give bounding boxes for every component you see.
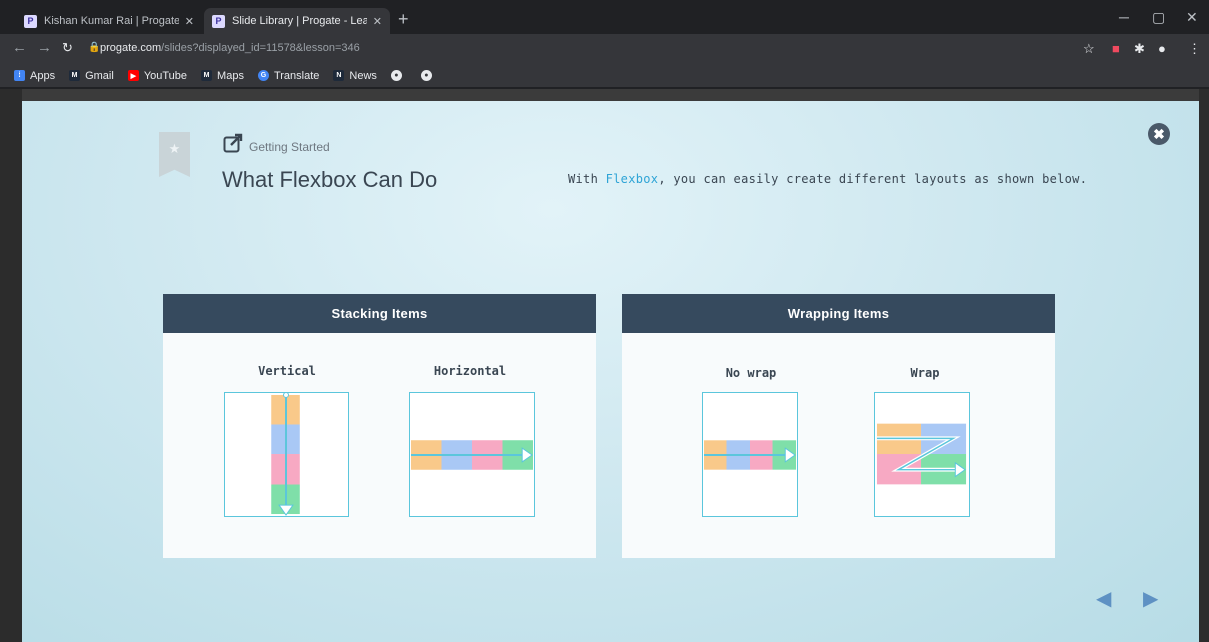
menu-icon[interactable]: ⋮ bbox=[1188, 41, 1201, 57]
maps-icon: M bbox=[201, 70, 213, 81]
star-icon[interactable]: ☆ bbox=[1083, 41, 1095, 57]
reload-icon[interactable]: ↻ bbox=[62, 40, 73, 56]
lesson-breadcrumb: Getting Started bbox=[249, 140, 330, 154]
bookmark-globe-2[interactable]: ● bbox=[420, 70, 437, 81]
youtube-icon: ▶ bbox=[127, 70, 139, 81]
no-wrap-diagram bbox=[702, 392, 798, 517]
horizontal-label: Horizontal bbox=[433, 364, 507, 378]
stacking-items-header: Stacking Items bbox=[163, 294, 596, 333]
browser-toolbar: ← → ↻ 🔒 progate.com/slides?displayed_id=… bbox=[0, 34, 1209, 64]
bookmark-news[interactable]: N News bbox=[333, 70, 377, 82]
profile-avatar-icon[interactable]: ● bbox=[1158, 41, 1166, 56]
gmail-icon: M bbox=[69, 70, 81, 81]
bookmark-label: News bbox=[349, 69, 377, 82]
tab-slide-library[interactable]: P Slide Library | Progate - Learn to ✕ bbox=[204, 8, 390, 34]
stacking-items-card: Stacking Items Vertical Horizontal bbox=[163, 294, 596, 558]
maximize-icon[interactable]: ▢ bbox=[1152, 9, 1165, 26]
wrapping-items-header: Wrapping Items bbox=[622, 294, 1055, 333]
bookmarks-bar: ⁞ Apps M Gmail ▶ YouTube M Maps G Transl… bbox=[0, 64, 1209, 88]
progate-favicon-icon: P bbox=[24, 14, 37, 28]
bookmark-label: Apps bbox=[30, 69, 56, 82]
tab-kishan[interactable]: P Kishan Kumar Rai | Progate - Lea ✕ bbox=[16, 8, 202, 34]
forward-icon[interactable]: → bbox=[37, 39, 52, 56]
google-translate-icon: G bbox=[257, 70, 269, 81]
next-slide-button[interactable]: ▶ bbox=[1143, 586, 1158, 611]
apps-grid-icon: ⁞ bbox=[14, 70, 25, 81]
window-close-icon[interactable]: ✕ bbox=[1186, 9, 1198, 26]
external-link-icon bbox=[223, 133, 243, 153]
previous-slide-button[interactable]: ◀ bbox=[1096, 586, 1111, 611]
tab-strip: P Kishan Kumar Rai | Progate - Lea ✕ P S… bbox=[0, 0, 1209, 34]
page-content: ★ Getting Started What Flexbox Can Do Wi… bbox=[0, 89, 1209, 642]
slide-title: What Flexbox Can Do bbox=[222, 167, 438, 192]
wrap-label: Wrap bbox=[910, 366, 940, 380]
horizontal-stack-diagram bbox=[409, 392, 535, 517]
minimize-icon[interactable]: ─ bbox=[1119, 9, 1129, 25]
intro-highlight: Flexbox bbox=[605, 172, 659, 186]
url-path: /slides?displayed_id=11578&lesson=346 bbox=[161, 42, 360, 54]
slide-intro: With Flexbox, you can easily create diff… bbox=[568, 172, 1087, 186]
intro-text: , you can easily create different layout… bbox=[658, 172, 1088, 186]
close-slide-button[interactable]: ✖ bbox=[1148, 123, 1170, 145]
bookmark-ribbon-icon[interactable]: ★ bbox=[159, 132, 190, 177]
globe-icon: ● bbox=[420, 70, 432, 81]
bookmark-gmail[interactable]: M Gmail bbox=[69, 70, 114, 82]
no-wrap-label: No wrap bbox=[725, 366, 777, 380]
tab-close-icon[interactable]: ✕ bbox=[373, 15, 382, 28]
progate-favicon-icon: P bbox=[212, 14, 225, 28]
bookmark-youtube[interactable]: ▶ YouTube bbox=[127, 69, 188, 82]
tab-title: Kishan Kumar Rai | Progate - Lea bbox=[44, 15, 179, 27]
new-tab-button[interactable]: + bbox=[398, 10, 409, 28]
bookmark-label: Gmail bbox=[85, 69, 114, 82]
bookmark-label: Maps bbox=[217, 69, 244, 82]
wrap-diagram bbox=[874, 392, 970, 517]
bookmark-label: Translate bbox=[273, 69, 320, 82]
tab-close-icon[interactable]: ✕ bbox=[185, 15, 194, 28]
bookmark-globe-1[interactable]: ● bbox=[390, 70, 407, 81]
page-backdrop-left bbox=[0, 89, 22, 642]
slide-modal: ★ Getting Started What Flexbox Can Do Wi… bbox=[22, 101, 1199, 642]
page-backdrop-right bbox=[1199, 89, 1209, 642]
bookmark-apps[interactable]: ⁞ Apps bbox=[14, 70, 55, 82]
url-host: progate.com bbox=[100, 42, 162, 54]
vertical-label: Vertical bbox=[258, 364, 316, 378]
globe-icon: ● bbox=[390, 70, 402, 81]
intro-text: With bbox=[568, 172, 606, 186]
bookmark-label: YouTube bbox=[143, 69, 188, 82]
bookmark-translate[interactable]: G Translate bbox=[257, 69, 320, 82]
address-bar[interactable]: progate.com/slides?displayed_id=11578&le… bbox=[100, 42, 360, 54]
wrapping-items-card: Wrapping Items No wrap Wrap bbox=[622, 294, 1055, 558]
bookmark-maps[interactable]: M Maps bbox=[201, 70, 244, 82]
tab-title: Slide Library | Progate - Learn to bbox=[232, 15, 367, 27]
vertical-stack-diagram bbox=[224, 392, 349, 517]
extensions-icon[interactable]: ✱ bbox=[1134, 41, 1145, 57]
lock-icon: 🔒 bbox=[88, 42, 101, 53]
news-icon: N bbox=[333, 70, 345, 81]
back-icon[interactable]: ← bbox=[12, 39, 27, 56]
pocket-extension-icon[interactable]: ■ bbox=[1112, 41, 1120, 56]
